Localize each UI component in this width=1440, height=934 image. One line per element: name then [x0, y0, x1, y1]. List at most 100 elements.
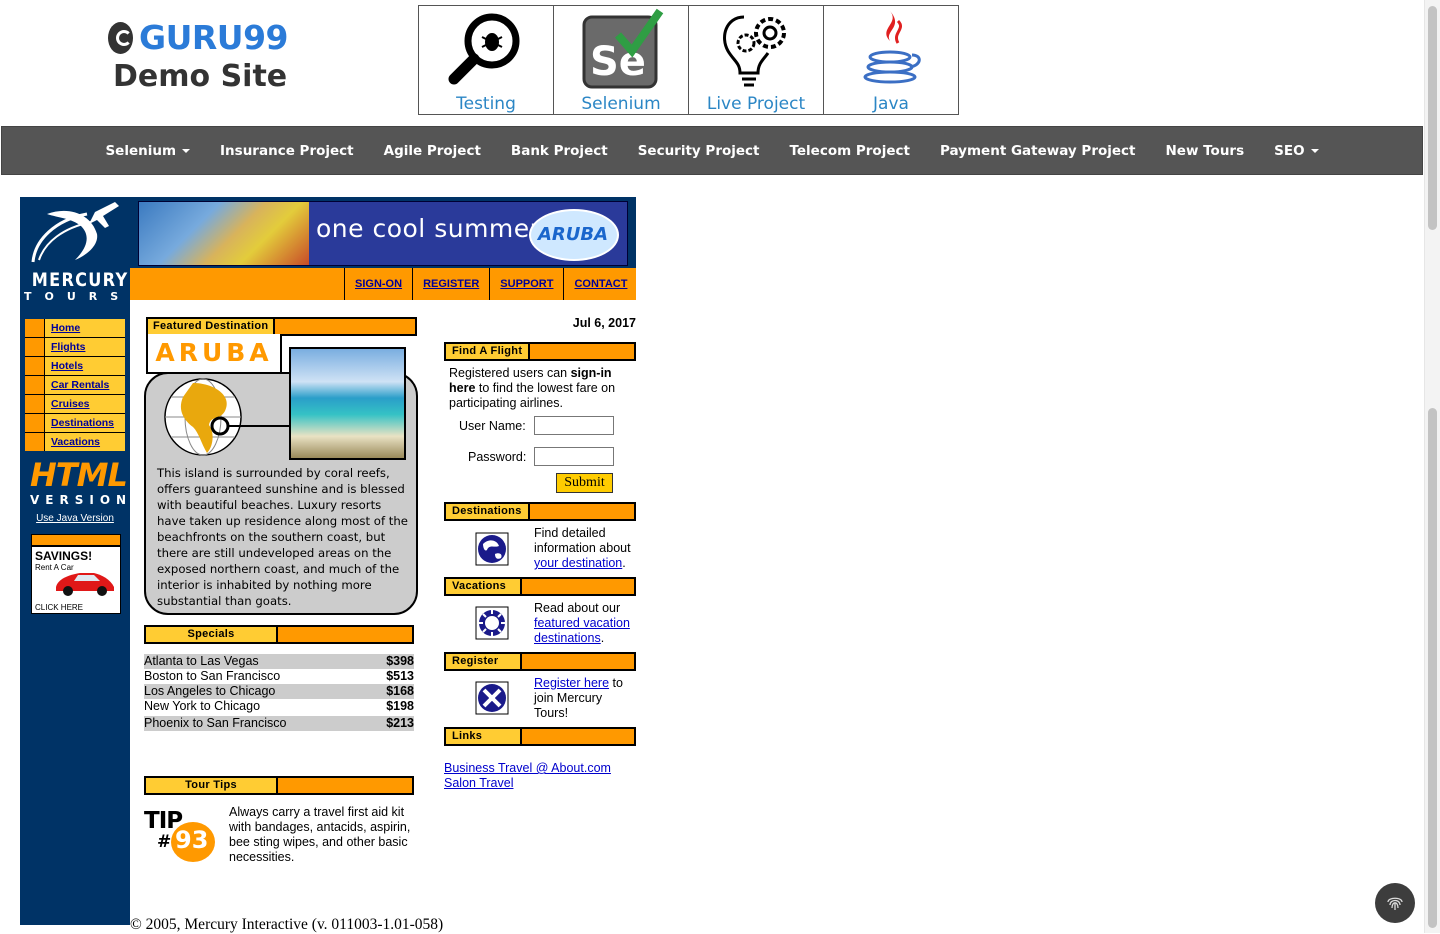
- nav-agile-project[interactable]: Agile Project: [369, 143, 496, 159]
- left-nav-hotels[interactable]: Hotels: [45, 357, 83, 375]
- special-price: $398: [386, 654, 414, 668]
- compass-icon: [475, 681, 509, 715]
- nav-telecom-project[interactable]: Telecom Project: [774, 143, 924, 159]
- register-header: Register: [444, 652, 636, 671]
- caret-down-icon: [1310, 148, 1319, 153]
- nav-insurance-project[interactable]: Insurance Project: [205, 143, 369, 159]
- java-version-link-wrap: Use Java Version: [20, 513, 130, 524]
- register-text: Register here to join Mercury Tours!: [534, 676, 634, 721]
- java-cup-icon: [824, 6, 958, 92]
- guru99-logo-icon: [108, 21, 133, 54]
- nav-payment-gateway-project[interactable]: Payment Gateway Project: [925, 143, 1151, 159]
- magnifier-bug-icon: [419, 6, 553, 92]
- section-text: Read about our: [534, 601, 621, 615]
- contact-link[interactable]: CONTACT: [574, 278, 627, 290]
- sign-on-link[interactable]: SIGN-ON: [355, 278, 402, 290]
- banner-text: one cool summer: [316, 214, 541, 243]
- submit-button[interactable]: Submit: [556, 473, 613, 493]
- special-route: Atlanta to Las Vegas: [144, 654, 259, 668]
- left-nav-flights[interactable]: Flights: [45, 338, 85, 356]
- special-route: Los Angeles to Chicago: [144, 684, 276, 698]
- support-link[interactable]: SUPPORT: [500, 278, 553, 290]
- your-destination-link[interactable]: your destination: [534, 556, 622, 570]
- table-row: Phoenix to San Francisco $213: [144, 716, 414, 731]
- aruba-banner[interactable]: one cool summer ARUBA: [138, 201, 628, 266]
- left-nav-item: Vacations: [25, 433, 125, 451]
- destinations-text: Find detailed information about your des…: [534, 526, 638, 571]
- left-nav-vacations[interactable]: Vacations: [45, 433, 100, 451]
- tip-number: 93: [175, 826, 209, 854]
- header-label: Specials: [146, 627, 278, 642]
- nav-bank-project[interactable]: Bank Project: [496, 143, 623, 159]
- destination-globe-icon: [475, 532, 509, 566]
- business-travel-link[interactable]: Business Travel @ About.com: [444, 761, 611, 775]
- left-nav-home[interactable]: Home: [45, 319, 80, 337]
- specials-header: Specials: [144, 625, 414, 644]
- nav-label: Selenium: [105, 142, 177, 159]
- globe-icon: [164, 378, 289, 456]
- course-box-live-project[interactable]: Live Project: [688, 5, 824, 115]
- lightbulb-gear-icon: [689, 6, 823, 92]
- banner-photo: [139, 202, 309, 265]
- course-box-testing[interactable]: Testing: [418, 5, 554, 115]
- course-box-java[interactable]: Java: [823, 5, 959, 115]
- salon-travel-link[interactable]: Salon Travel: [444, 776, 513, 790]
- password-label: Password:: [468, 450, 527, 464]
- html-version-title: HTML: [30, 456, 128, 494]
- guru99-logo[interactable]: GURU99 Demo Site: [108, 18, 289, 94]
- register-here-link[interactable]: Register here: [534, 676, 609, 690]
- vacations-header: Vacations: [444, 577, 636, 596]
- section-text: .: [622, 556, 626, 570]
- vacations-text: Read about our featured vacation destina…: [534, 601, 638, 646]
- username-label: User Name:: [459, 419, 526, 433]
- left-nav-item: Flights: [25, 338, 125, 356]
- destinations-header: Destinations: [444, 502, 636, 521]
- left-nav-item: Car Rentals: [25, 376, 125, 394]
- course-label: Testing: [456, 94, 516, 114]
- header-label: Tour Tips: [146, 778, 278, 793]
- red-car-icon: [56, 573, 114, 596]
- nav-new-tours[interactable]: New Tours: [1151, 143, 1260, 159]
- links-list: Business Travel @ About.com Salon Travel: [444, 761, 611, 791]
- course-boxes: Testing Se Selenium Live Project Java: [418, 5, 959, 115]
- register-link[interactable]: REGISTER: [423, 278, 479, 290]
- top-link-item: SUPPORT: [489, 268, 563, 300]
- header-label: Register: [446, 654, 522, 669]
- left-nav-destinations[interactable]: Destinations: [45, 414, 114, 432]
- course-label: Java: [873, 94, 909, 114]
- left-nav-item: Hotels: [25, 357, 125, 375]
- selenium-check-icon: Se: [554, 6, 688, 92]
- scrollbar-thumb[interactable]: [1428, 408, 1437, 928]
- password-input[interactable]: [534, 447, 614, 466]
- special-route: New York to Chicago: [144, 699, 261, 713]
- logo-name: GURU99: [138, 18, 289, 57]
- aruba-beach-photo: [289, 347, 406, 460]
- header-label: Find A Flight: [446, 344, 531, 359]
- username-input[interactable]: [534, 416, 614, 435]
- mercury-left-nav: Home Flights Hotels Car Rentals Cruises …: [25, 319, 125, 451]
- nav-selenium[interactable]: Selenium: [90, 143, 205, 159]
- featured-vacation-link[interactable]: featured vacation destinations: [534, 616, 630, 645]
- left-nav-car-rentals[interactable]: Car Rentals: [45, 376, 109, 394]
- fingerprint-button[interactable]: [1375, 883, 1415, 923]
- nav-seo[interactable]: SEO: [1259, 143, 1333, 159]
- tip-93-badge: TIP # 93: [144, 808, 218, 862]
- course-label: Selenium: [581, 94, 661, 114]
- nav-security-project[interactable]: Security Project: [623, 143, 775, 159]
- ad-top-bar: [32, 535, 120, 547]
- tour-tip-text: Always carry a travel first aid kit with…: [229, 805, 411, 864]
- special-route: Phoenix to San Francisco: [144, 716, 287, 730]
- left-nav-cruises[interactable]: Cruises: [45, 395, 90, 413]
- table-row: Atlanta to Las Vegas $398: [144, 654, 414, 669]
- specials-table: Atlanta to Las Vegas $398 Boston to San F…: [144, 654, 414, 731]
- sun-icon: [475, 606, 509, 640]
- course-box-selenium[interactable]: Se Selenium: [553, 5, 689, 115]
- rent-a-car-ad[interactable]: SAVINGS! Rent A Car CLICK HERE: [31, 534, 121, 614]
- scrollbar-thumb-upper[interactable]: [1428, 6, 1437, 230]
- top-link-item: SIGN-ON: [344, 268, 412, 300]
- use-java-version-link[interactable]: Use Java Version: [36, 513, 114, 524]
- fingerprint-icon: [1387, 897, 1403, 910]
- ad-click-here: CLICK HERE: [35, 603, 84, 612]
- section-text: Find detailed information about: [534, 526, 631, 555]
- special-price: $168: [386, 684, 414, 698]
